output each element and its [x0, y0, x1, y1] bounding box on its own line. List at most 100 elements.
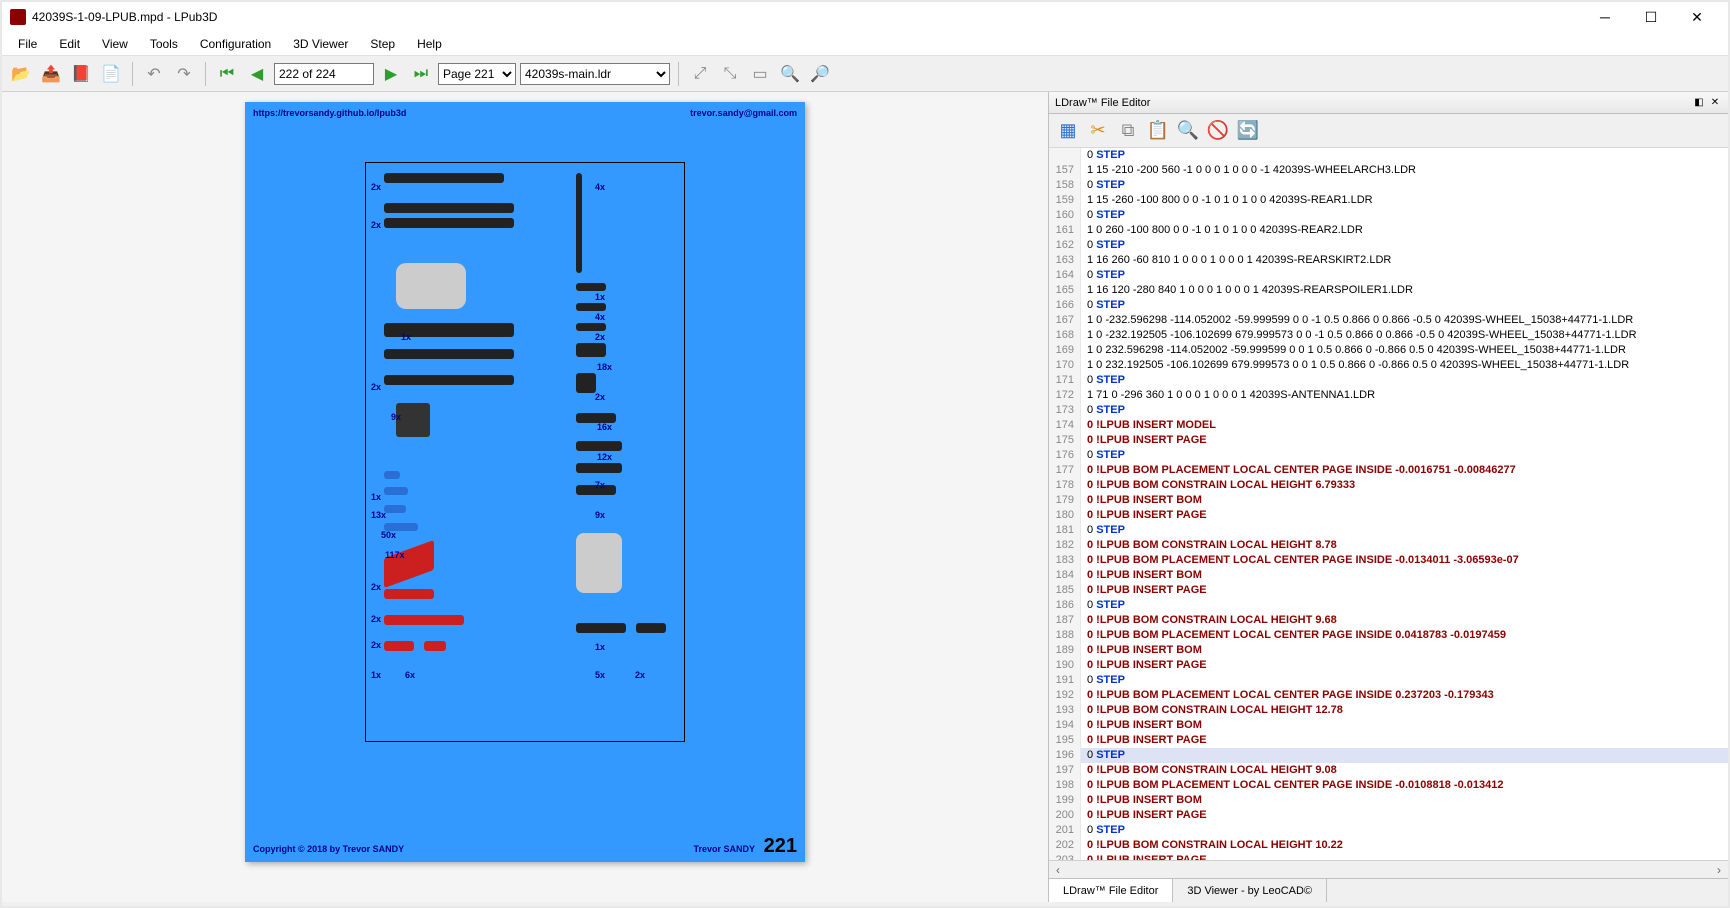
copy-icon[interactable]: ⧉ [1115, 118, 1141, 144]
prev-page-icon[interactable]: ◀ [244, 61, 270, 87]
next-page-icon[interactable]: ▶ [378, 61, 404, 87]
code-line[interactable]: 2000 !LPUB INSERT PAGE [1049, 808, 1728, 823]
code-line[interactable]: 1611 0 260 -100 800 0 0 -1 0 1 0 1 0 0 4… [1049, 223, 1728, 238]
code-line[interactable]: 1930 !LPUB BOM CONSTRAIN LOCAL HEIGHT 12… [1049, 703, 1728, 718]
code-line[interactable]: 1950 !LPUB INSERT PAGE [1049, 733, 1728, 748]
last-page-icon[interactable]: ⏭ [408, 61, 434, 87]
menu-edit[interactable]: Edit [49, 34, 90, 54]
part-shape [576, 373, 596, 393]
code-line[interactable]: 1960 STEP [1049, 748, 1728, 763]
code-line[interactable]: 1890 !LPUB INSERT BOM [1049, 643, 1728, 658]
code-line[interactable]: 1900 !LPUB INSERT PAGE [1049, 658, 1728, 673]
code-line[interactable]: 1600 STEP [1049, 208, 1728, 223]
code-line[interactable]: 1860 STEP [1049, 598, 1728, 613]
fit-width-icon[interactable]: ⤢ [687, 61, 713, 87]
refresh-icon[interactable]: 🔄 [1235, 118, 1261, 144]
print-icon[interactable]: 📤 [38, 61, 64, 87]
code-line[interactable]: 2030 !LPUB INSERT PAGE [1049, 853, 1728, 860]
code-line[interactable]: 1760 STEP [1049, 448, 1728, 463]
code-line[interactable]: 1990 !LPUB INSERT BOM [1049, 793, 1728, 808]
code-line[interactable]: 1701 0 232.192505 -106.102699 679.999573… [1049, 358, 1728, 373]
cut-icon[interactable]: ✂ [1085, 118, 1111, 144]
menu-tools[interactable]: Tools [140, 34, 188, 54]
code-line[interactable]: 1810 STEP [1049, 523, 1728, 538]
menu-help[interactable]: Help [407, 34, 452, 54]
actual-size-icon[interactable]: ▭ [747, 61, 773, 87]
code-line[interactable]: 1770 !LPUB BOM PLACEMENT LOCAL CENTER PA… [1049, 463, 1728, 478]
code-line[interactable]: 1790 !LPUB INSERT BOM [1049, 493, 1728, 508]
minimize-button[interactable]: ─ [1582, 3, 1628, 31]
code-line[interactable]: 1691 0 232.596298 -114.052002 -59.999599… [1049, 343, 1728, 358]
code-line[interactable]: 1780 !LPUB BOM CONSTRAIN LOCAL HEIGHT 6.… [1049, 478, 1728, 493]
close-editor-icon[interactable]: ✕ [1708, 96, 1722, 110]
code-line[interactable]: 1970 !LPUB BOM CONSTRAIN LOCAL HEIGHT 9.… [1049, 763, 1728, 778]
code-line[interactable]: 1620 STEP [1049, 238, 1728, 253]
code-line[interactable]: 1850 !LPUB INSERT PAGE [1049, 583, 1728, 598]
menu-step[interactable]: Step [360, 34, 405, 54]
fit-page-icon[interactable]: ⤡ [717, 61, 743, 87]
menu-3d-viewer[interactable]: 3D Viewer [283, 34, 358, 54]
menu-view[interactable]: View [92, 34, 138, 54]
code-line[interactable]: 1660 STEP [1049, 298, 1728, 313]
code-line[interactable]: 1571 15 -210 -200 560 -1 0 0 0 1 0 0 0 -… [1049, 163, 1728, 178]
zoom-in-icon[interactable]: 🔍 [777, 61, 803, 87]
code-line[interactable]: 1800 !LPUB INSERT PAGE [1049, 508, 1728, 523]
first-page-icon[interactable]: ⏮ [214, 61, 240, 87]
menu-configuration[interactable]: Configuration [190, 34, 281, 54]
page-preview[interactable]: https://trevorsandy.github.io/lpub3d tre… [245, 102, 805, 862]
code-line[interactable]: 1640 STEP [1049, 268, 1728, 283]
file-select[interactable]: 42039s-main.ldr [520, 63, 670, 85]
code-line[interactable]: 1631 16 260 -60 810 1 0 0 0 1 0 0 0 1 42… [1049, 253, 1728, 268]
close-button[interactable]: ✕ [1674, 3, 1720, 31]
page-preview-pane[interactable]: https://trevorsandy.github.io/lpub3d tre… [2, 92, 1048, 902]
code-line[interactable]: 1940 !LPUB INSERT BOM [1049, 718, 1728, 733]
line-number: 158 [1049, 178, 1081, 193]
code-line[interactable]: 1910 STEP [1049, 673, 1728, 688]
code-line[interactable]: 1880 !LPUB BOM PLACEMENT LOCAL CENTER PA… [1049, 628, 1728, 643]
code-line[interactable]: 1710 STEP [1049, 373, 1728, 388]
maximize-button[interactable]: ☐ [1628, 3, 1674, 31]
code-line[interactable]: 1580 STEP [1049, 178, 1728, 193]
code-line[interactable]: 1820 !LPUB BOM CONSTRAIN LOCAL HEIGHT 8.… [1049, 538, 1728, 553]
export-pdf-icon[interactable]: 📕 [68, 61, 94, 87]
code-editor[interactable]: 0 STEP1571 15 -210 -200 560 -1 0 0 0 1 0… [1049, 148, 1728, 860]
editor-tab[interactable]: LDraw™ File Editor [1049, 879, 1173, 902]
code-line[interactable]: 0 STEP [1049, 148, 1728, 163]
code-line[interactable]: 1671 0 -232.596298 -114.052002 -59.99959… [1049, 313, 1728, 328]
scroll-left-icon[interactable]: ‹ [1049, 863, 1067, 877]
zoom-out-icon[interactable]: 🔎 [807, 61, 833, 87]
code-line[interactable]: 1681 0 -232.192505 -106.102699 679.99957… [1049, 328, 1728, 343]
page-select[interactable]: Page 221 [438, 63, 516, 85]
open-icon[interactable]: 📂 [8, 61, 34, 87]
code-line[interactable]: 1740 !LPUB INSERT MODEL [1049, 418, 1728, 433]
code-line[interactable]: 1750 !LPUB INSERT PAGE [1049, 433, 1728, 448]
find-icon[interactable]: 🔍 [1175, 118, 1201, 144]
editor-scrollbar-horizontal[interactable]: ‹ › [1049, 860, 1728, 878]
redo-icon[interactable]: ↷ [171, 61, 197, 87]
menu-file[interactable]: File [8, 34, 47, 54]
code-line[interactable]: 1980 !LPUB BOM PLACEMENT LOCAL CENTER PA… [1049, 778, 1728, 793]
code-line[interactable]: 1830 !LPUB BOM PLACEMENT LOCAL CENTER PA… [1049, 553, 1728, 568]
select-all-icon[interactable]: ▦ [1055, 118, 1081, 144]
page-field[interactable] [274, 63, 374, 85]
code-line[interactable]: 2010 STEP [1049, 823, 1728, 838]
paste-icon[interactable]: 📋 [1145, 118, 1171, 144]
code-line[interactable]: 1730 STEP [1049, 403, 1728, 418]
export-pdf2-icon[interactable]: 📄 [98, 61, 124, 87]
code-line[interactable]: 1840 !LPUB INSERT BOM [1049, 568, 1728, 583]
part-count: 1x [371, 492, 381, 502]
code-line[interactable]: 2020 !LPUB BOM CONSTRAIN LOCAL HEIGHT 10… [1049, 838, 1728, 853]
delete-icon[interactable]: 🚫 [1205, 118, 1231, 144]
editor-tab[interactable]: 3D Viewer - by LeoCAD© [1173, 879, 1327, 902]
scroll-right-icon[interactable]: › [1710, 863, 1728, 877]
code-line[interactable]: 1920 !LPUB BOM PLACEMENT LOCAL CENTER PA… [1049, 688, 1728, 703]
code-line[interactable]: 1721 71 0 -296 360 1 0 0 0 1 0 0 0 1 420… [1049, 388, 1728, 403]
part-shape [576, 441, 622, 451]
code-line[interactable]: 1651 16 120 -280 840 1 0 0 0 1 0 0 0 1 4… [1049, 283, 1728, 298]
line-number: 200 [1049, 808, 1081, 823]
undo-icon[interactable]: ↶ [141, 61, 167, 87]
code-line[interactable]: 1591 15 -260 -100 800 0 0 -1 0 1 0 1 0 0… [1049, 193, 1728, 208]
line-text: 1 0 232.192505 -106.102699 679.999573 0 … [1087, 358, 1629, 373]
undock-icon[interactable]: ◧ [1692, 96, 1706, 110]
code-line[interactable]: 1870 !LPUB BOM CONSTRAIN LOCAL HEIGHT 9.… [1049, 613, 1728, 628]
